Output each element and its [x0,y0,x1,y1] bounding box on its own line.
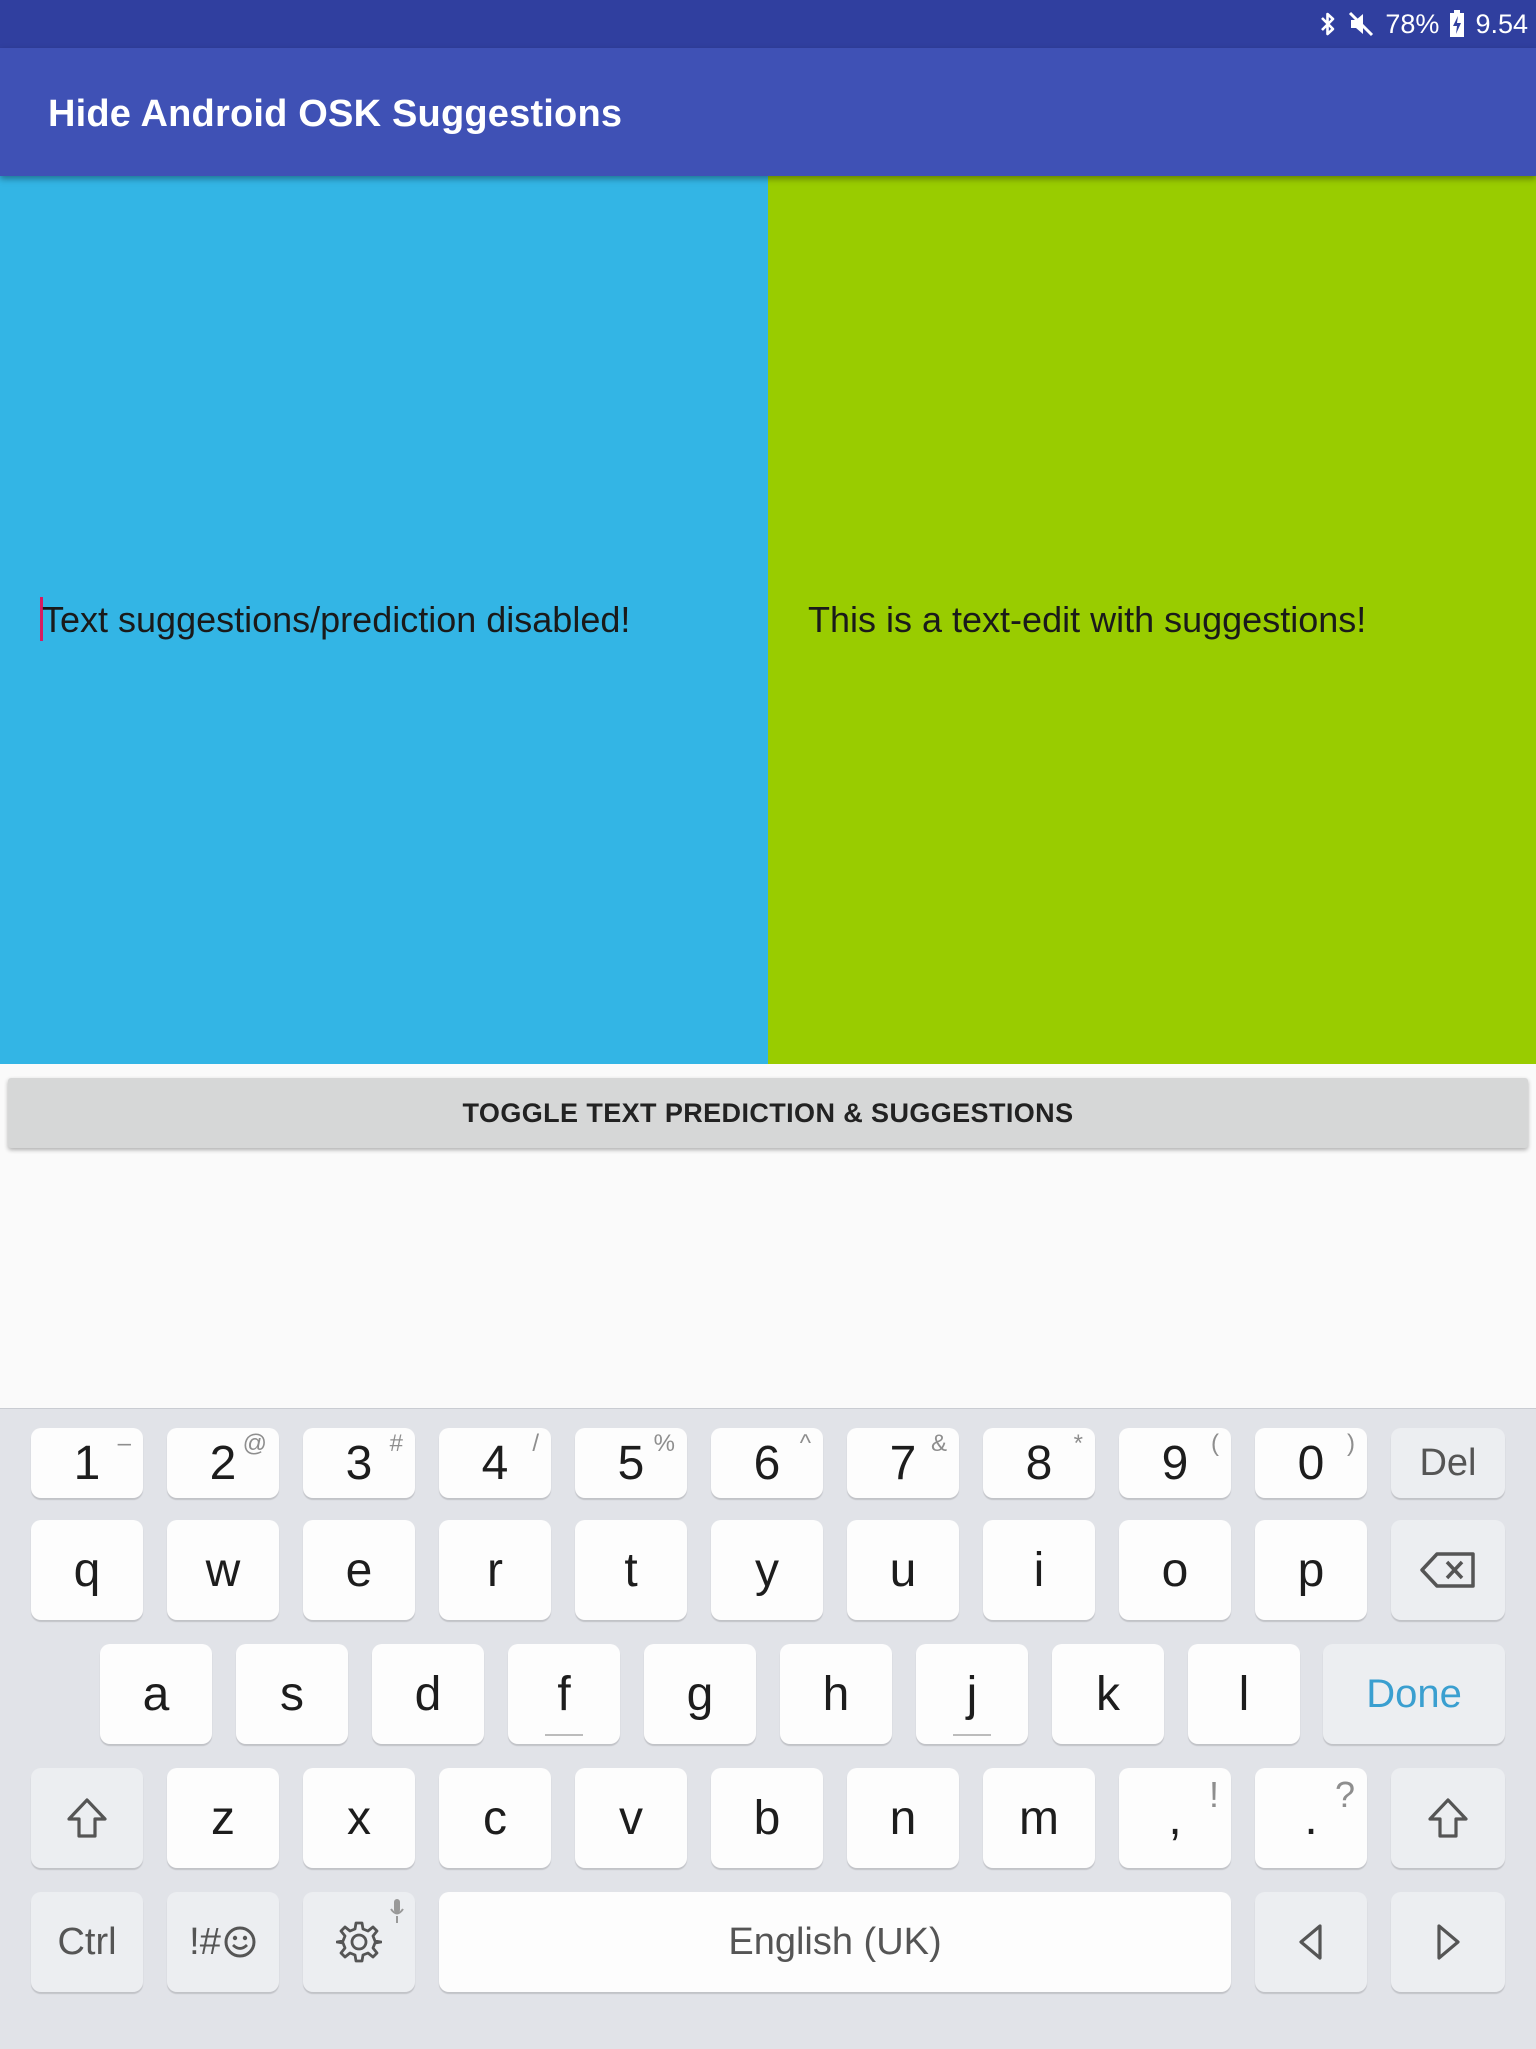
key-t[interactable]: t [575,1520,687,1620]
key-space[interactable]: English (UK) [439,1892,1231,1992]
app-title: Hide Android OSK Suggestions [48,93,623,135]
key-s[interactable]: s [236,1644,348,1744]
key-8[interactable]: 8 * [983,1428,1095,1498]
shift-icon [65,1796,109,1840]
key-cursor-right[interactable] [1391,1892,1505,1992]
key-9[interactable]: 9( [1119,1428,1231,1498]
key-h[interactable]: h [780,1644,892,1744]
key-0[interactable]: 0) [1255,1428,1367,1498]
key-symbols-emoji[interactable]: !# [167,1892,279,1992]
key-z[interactable]: z [167,1768,279,1868]
symbols-label: !# [189,1920,221,1963]
status-icons: 78% 9.54 [1319,0,1528,48]
text-edit-left-value: Text suggestions/prediction disabled! [42,599,631,640]
key-i[interactable]: i [983,1520,1095,1620]
key-shift-left[interactable] [31,1768,143,1868]
bluetooth-icon [1319,11,1337,37]
key-l[interactable]: l [1188,1644,1300,1744]
shift-icon [1426,1796,1470,1840]
key-q[interactable]: q [31,1520,143,1620]
key-1[interactable]: 1– [31,1428,143,1498]
arrow-left-icon [1296,1922,1326,1962]
key-b[interactable]: b [711,1768,823,1868]
key-6[interactable]: 6 ^ [711,1428,823,1498]
key-a[interactable]: a [100,1644,212,1744]
emoji-icon [223,1925,257,1959]
key-m[interactable]: m [983,1768,1095,1868]
microphone-icon [389,1898,405,1924]
key-w[interactable]: w [167,1520,279,1620]
key-7[interactable]: 7 & [847,1428,959,1498]
battery-text: 78% [1385,8,1440,39]
key-k[interactable]: k [1052,1644,1164,1744]
text-edit-no-suggestions[interactable]: Text suggestions/prediction disabled! [0,176,768,1064]
key-y[interactable]: y [711,1520,823,1620]
key-3[interactable]: 3 # [303,1428,415,1498]
key-x[interactable]: x [303,1768,415,1868]
key-g[interactable]: g [644,1644,756,1744]
mute-icon [1347,11,1375,37]
home-key-marker [953,1734,991,1736]
key-e[interactable]: e [303,1520,415,1620]
app-bar: Hide Android OSK Suggestions [0,48,1536,176]
key-n[interactable]: n [847,1768,959,1868]
key-c[interactable]: c [439,1768,551,1868]
arrow-right-icon [1433,1922,1463,1962]
key-cursor-left[interactable] [1255,1892,1367,1992]
key-2[interactable]: 2 @ [167,1428,279,1498]
home-key-marker [545,1734,583,1736]
key-ctrl[interactable]: Ctrl [31,1892,143,1992]
key-settings[interactable] [303,1892,415,1992]
key-d[interactable]: d [372,1644,484,1744]
on-screen-keyboard: 1– 2 @ 3 # 4/ 5% 6 ^ 7 & 8 * 9( 0) Del q w e … [0,1408,1536,2049]
text-edit-right-value: This is a text-edit with suggestions! [808,599,1367,640]
key-f[interactable]: f [508,1644,620,1744]
key-period[interactable]: .? [1255,1768,1367,1868]
text-edit-with-suggestions[interactable]: This is a text-edit with suggestions! [768,176,1536,1064]
key-p[interactable]: p [1255,1520,1367,1620]
key-shift-right[interactable] [1391,1768,1505,1868]
key-o[interactable]: o [1119,1520,1231,1620]
gear-icon [336,1919,382,1965]
clock: 9.54 [1475,8,1528,39]
key-4[interactable]: 4/ [439,1428,551,1498]
key-u[interactable]: u [847,1520,959,1620]
battery-charging-icon [1449,10,1465,38]
key-j[interactable]: j [916,1644,1028,1744]
toggle-suggestions-button[interactable]: TOGGLE TEXT PREDICTION & SUGGESTIONS [8,1078,1528,1148]
key-done[interactable]: Done [1323,1644,1505,1744]
key-r[interactable]: r [439,1520,551,1620]
key-v[interactable]: v [575,1768,687,1868]
key-del[interactable]: Del [1391,1428,1505,1498]
backspace-icon [1419,1551,1477,1589]
key-comma[interactable]: ,! [1119,1768,1231,1868]
key-5[interactable]: 5% [575,1428,687,1498]
status-bar: 78% 9.54 [0,0,1536,48]
key-backspace[interactable] [1391,1520,1505,1620]
